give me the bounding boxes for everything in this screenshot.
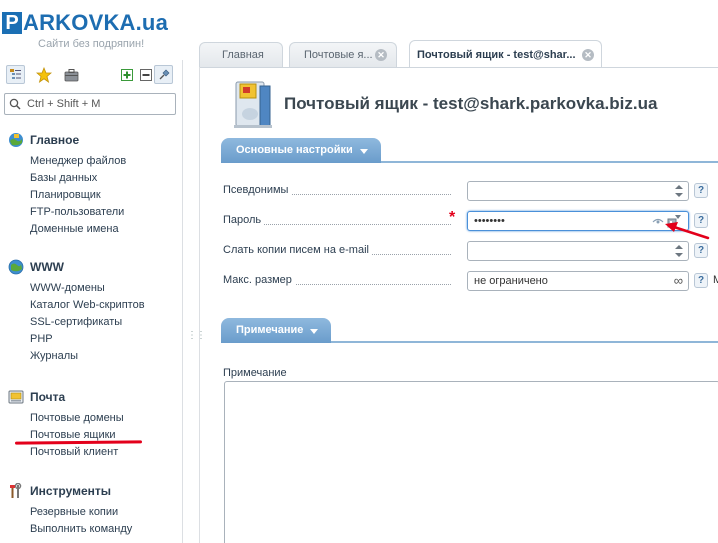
nav-section-mail: Почта Почтовые домены Почтовые ящики Поч… [8, 388, 178, 462]
caret-down-icon [310, 329, 319, 334]
form-row-password: Пароль * ? [223, 209, 718, 231]
section-main-settings: Основные настройки [221, 138, 718, 163]
field-label: Макс. размер [223, 274, 295, 286]
form-row-aliases: Псевдонимы ? [223, 181, 718, 201]
annotation-arrow [665, 222, 710, 240]
sidebar-item-backups[interactable]: Резервные копии [30, 505, 178, 522]
sidebar-item-run-command[interactable]: Выполнить команду [30, 522, 178, 539]
search-input[interactable] [27, 96, 172, 112]
tree-view-icon[interactable] [6, 65, 25, 84]
sidebar-item-mail-client[interactable]: Почтовый клиент [30, 445, 178, 462]
field-label: Псевдонимы [223, 184, 292, 196]
note-textarea[interactable] [225, 382, 718, 543]
note-label: Примечание [223, 367, 287, 379]
close-tab-icon[interactable]: ✕ [375, 49, 387, 61]
logo-p-mark: P [2, 12, 22, 34]
sidebar-item-mail-domains[interactable]: Почтовые домены [30, 411, 178, 428]
mail-icon [8, 390, 24, 404]
sidebar-search[interactable] [4, 93, 176, 115]
sidebar: Главное Менеджер файлов Базы данных План… [0, 60, 183, 543]
aliases-field[interactable] [467, 181, 689, 201]
field-label: Пароль [223, 214, 265, 226]
expand-all-icon[interactable] [117, 65, 136, 84]
sidebar-item-logs[interactable]: Журналы [30, 349, 178, 366]
max-size-input[interactable] [474, 274, 664, 288]
tab-mailboxes[interactable]: Почтовые я... ✕ [289, 42, 397, 67]
password-input[interactable] [474, 214, 664, 228]
forward-email-field[interactable] [467, 241, 689, 261]
sidebar-item-scheduler[interactable]: Планировщик [30, 188, 178, 205]
sidebar-item-ssl[interactable]: SSL-сертификаты [30, 315, 178, 332]
briefcase-icon[interactable] [62, 65, 81, 84]
form-row-forward-copies: Слать копии писем на e-mail ? [223, 241, 718, 261]
nav-section-header[interactable]: Инструменты [8, 482, 178, 502]
nav-section-header[interactable]: Главное [8, 131, 178, 151]
required-star: * [449, 209, 456, 226]
size-unit: M [713, 274, 718, 286]
tab-home[interactable]: Главная [199, 42, 283, 67]
sidebar-splitter-handle[interactable]: ⋮⋮ [187, 330, 206, 341]
nav-section-header[interactable]: Почта [8, 388, 178, 408]
password-field[interactable] [467, 211, 689, 231]
close-tab-icon[interactable]: ✕ [582, 49, 594, 61]
section-note: Примечание [221, 318, 718, 343]
tools-icon [10, 483, 22, 498]
infinity-icon[interactable]: ∞ [674, 274, 683, 287]
content-border [199, 67, 200, 543]
aliases-input[interactable] [474, 184, 664, 198]
tab-divider [199, 67, 718, 68]
tab-bar: Главная Почтовые я...✕ › Почтовый ящик -… [199, 40, 718, 68]
forward-email-input[interactable] [474, 244, 664, 258]
sidebar-item-www-domains[interactable]: WWW-домены [30, 281, 178, 298]
page-title: Почтовый ящик - test@shark.parkovka.biz.… [284, 94, 658, 113]
section-header-note[interactable]: Примечание [221, 318, 332, 343]
logo-tagline: Сайти без подряпин! [38, 38, 145, 50]
nav-section-header[interactable]: WWW [8, 258, 178, 278]
caret-down-icon [359, 149, 368, 154]
form-row-max-size: Макс. размер ∞ ? M [223, 271, 718, 291]
nav-section-main: Главное Менеджер файлов Базы данных План… [8, 131, 178, 239]
max-size-field[interactable]: ∞ [467, 271, 689, 291]
nav-section-tools: Инструменты Резервные копии Выполнить ко… [8, 482, 178, 539]
tab-mailbox-edit[interactable]: Почтовый ящик - test@shar... ✕ [409, 40, 602, 68]
field-label: Слать копии писем на e-mail [223, 244, 372, 256]
spinner-icon[interactable] [675, 244, 683, 258]
section-header-main-settings[interactable]: Основные настройки [221, 138, 381, 163]
help-icon[interactable]: ? [694, 273, 708, 288]
sidebar-item-ftp-users[interactable]: FTP-пользователи [30, 205, 178, 222]
sidebar-item-domain-names[interactable]: Доменные имена [30, 222, 178, 239]
pin-icon[interactable] [154, 65, 173, 84]
spinner-icon[interactable] [675, 184, 683, 198]
help-icon[interactable]: ? [694, 183, 708, 198]
help-icon[interactable]: ? [694, 243, 708, 258]
nav-section-www: WWW WWW-домены Каталог Web-скриптов SSL-… [8, 258, 178, 366]
sidebar-item-file-manager[interactable]: Менеджер файлов [30, 154, 178, 171]
www-globe-icon [8, 259, 24, 275]
logo-text: ARKOVKA.ua [23, 10, 169, 35]
mailbox-icon [234, 81, 272, 128]
sidebar-toolbar [6, 65, 178, 85]
sidebar-item-databases[interactable]: Базы данных [30, 171, 178, 188]
favorites-star-icon[interactable] [34, 65, 53, 84]
sidebar-item-web-scripts[interactable]: Каталог Web-скриптов [30, 298, 178, 315]
sidebar-item-php[interactable]: PHP [30, 332, 178, 349]
collapse-all-icon[interactable] [136, 65, 155, 84]
note-field[interactable] [224, 381, 718, 543]
search-icon [9, 98, 21, 110]
home-globe-icon [9, 133, 23, 147]
